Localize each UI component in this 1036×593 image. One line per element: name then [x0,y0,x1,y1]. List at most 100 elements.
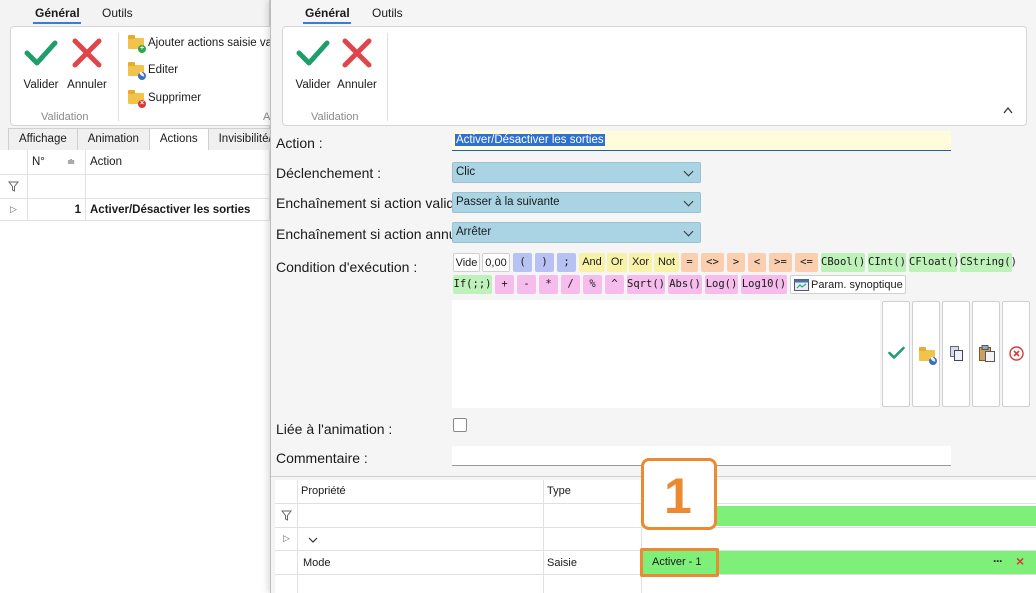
token-log10[interactable]: Log10() [741,275,787,294]
tab-animation[interactable]: Animation [76,128,150,150]
chevron-right-icon: ▷ [10,204,17,214]
chevron-down-icon[interactable] [308,537,318,544]
clear-expression-button[interactable] [1002,301,1030,407]
grid-corner [0,150,28,175]
chain-valid-select[interactable]: Passer à la suivante [452,192,701,213]
highlight-frame [640,548,719,577]
ribbon-divider [118,33,119,121]
dialog-ribbon-divider [387,33,388,121]
trigger-value: Clic [456,166,476,178]
validate-expression-button[interactable] [882,301,910,407]
dialog-tab-outils[interactable]: Outils [372,6,403,20]
collapse-ribbon-button[interactable] [1003,103,1013,114]
token-greater-equal[interactable]: >= [769,253,792,272]
param-synoptic-button[interactable]: Param. synoptique [790,275,906,294]
chevron-right-icon: ▷ [283,533,290,543]
group-caption: Validation [41,111,89,123]
token-cbool[interactable]: CBool() [821,253,865,272]
col-header-action[interactable]: Action [86,150,270,175]
token-not-equal[interactable]: <> [701,253,724,272]
copy-expression-button[interactable] [942,301,970,407]
action-dialog: Général Outils Valider Annuler Validatio… [270,0,1036,593]
token-sqrt[interactable]: Sqrt() [627,275,665,294]
dialog-ribbon: Valider Annuler Validation [282,26,1027,126]
chevron-down-icon [683,166,694,177]
condition-editor[interactable] [452,300,880,408]
filter-icon [281,510,292,521]
ellipsis-button[interactable]: ··· [993,554,1003,568]
trigger-select[interactable]: Clic [452,162,701,183]
token-less-equal[interactable]: <= [795,253,818,272]
open-expression-button[interactable]: ✎ [912,301,940,407]
action-name-input[interactable]: Activer/Désactiver les sorties [452,131,951,151]
add-actions-command[interactable]: + Ajouter actions saisie vale [128,34,281,53]
col-header-num[interactable]: N° ≐ [28,150,86,175]
filter-cell[interactable] [0,175,28,199]
token-cstring[interactable]: CString() [960,253,1017,272]
token-power[interactable]: ^ [605,275,624,294]
copy-icon [950,346,963,361]
token-not[interactable]: Not [654,253,679,272]
token-minus[interactable]: - [517,275,536,294]
cancel-label: Annuler [67,79,107,91]
token-multiply[interactable]: * [539,275,558,294]
token-semicolon[interactable]: ; [557,253,576,272]
dialog-validate-button[interactable]: Valider [291,33,335,103]
add-actions-label: Ajouter actions saisie vale [148,37,281,49]
grid-line [543,480,544,593]
filter-input-action[interactable] [86,175,270,199]
paste-expression-button[interactable] [972,301,1000,407]
delete-command[interactable]: × Supprimer [128,89,201,108]
token-plus[interactable]: + [495,275,514,294]
tab-actions[interactable]: Actions [148,128,209,150]
token-cfloat[interactable]: CFloat() [909,253,960,272]
ribbon-panel: Valider Annuler Validation + Ajouter act… [10,26,281,126]
cancel-button[interactable]: Annuler [65,33,109,103]
dialog-cancel-button[interactable]: Annuler [335,33,379,103]
row-num[interactable]: 1 [28,199,86,221]
clear-value-button[interactable]: × [1016,553,1024,569]
background-window: Général Outils Valider Annuler Validatio… [0,0,300,593]
linked-checkbox[interactable] [453,418,467,432]
token-equal[interactable]: = [681,253,698,272]
token-close-paren[interactable]: ) [535,253,554,272]
trigger-label: Déclenchement : [276,165,382,181]
token-and[interactable]: And [579,253,605,272]
folder-open-icon: ✎ [919,347,937,365]
token-log[interactable]: Log() [705,275,738,294]
col-header-type[interactable]: Type [547,485,571,497]
row-expander[interactable]: ▷ [0,199,28,221]
check-icon [296,40,330,66]
token-divide[interactable]: / [561,275,580,294]
token-abs[interactable]: Abs() [668,275,702,294]
grid-line [297,480,298,593]
folder-add-icon: + [128,35,146,53]
tab-general[interactable]: Général [35,6,80,20]
row-action[interactable]: Activer/Désactiver les sorties [86,199,270,221]
comment-label: Commentaire : [276,450,368,466]
col-header-property[interactable]: Propriété [301,485,346,497]
filter-input-num[interactable] [28,175,86,199]
token-cint[interactable]: CInt() [868,253,906,272]
edit-label: Editer [148,64,179,76]
edit-command[interactable]: ✎ Editer [128,61,179,80]
token-less[interactable]: < [748,253,766,272]
chain-valid-value: Passer à la suivante [456,196,560,208]
validate-button[interactable]: Valider [19,33,63,103]
token-number[interactable]: 0,00 [482,253,510,272]
chevron-down-icon [683,196,694,207]
token-modulo[interactable]: % [583,275,602,294]
dialog-tab-general[interactable]: Général [305,6,350,20]
property-tabs: Affichage Animation Actions Invisibilité… [8,128,300,150]
token-greater[interactable]: > [727,253,745,272]
token-if[interactable]: If(;;) [453,275,492,294]
chain-cancel-select[interactable]: Arrêter [452,222,701,243]
token-or[interactable]: Or [607,253,627,272]
chevron-up-icon [1003,106,1013,114]
tab-affichage[interactable]: Affichage [8,128,78,150]
token-vide[interactable]: Vide [453,253,480,272]
close-icon [342,38,372,68]
token-open-paren[interactable]: ( [513,253,532,272]
tab-outils[interactable]: Outils [102,6,133,20]
token-xor[interactable]: Xor [629,253,652,272]
